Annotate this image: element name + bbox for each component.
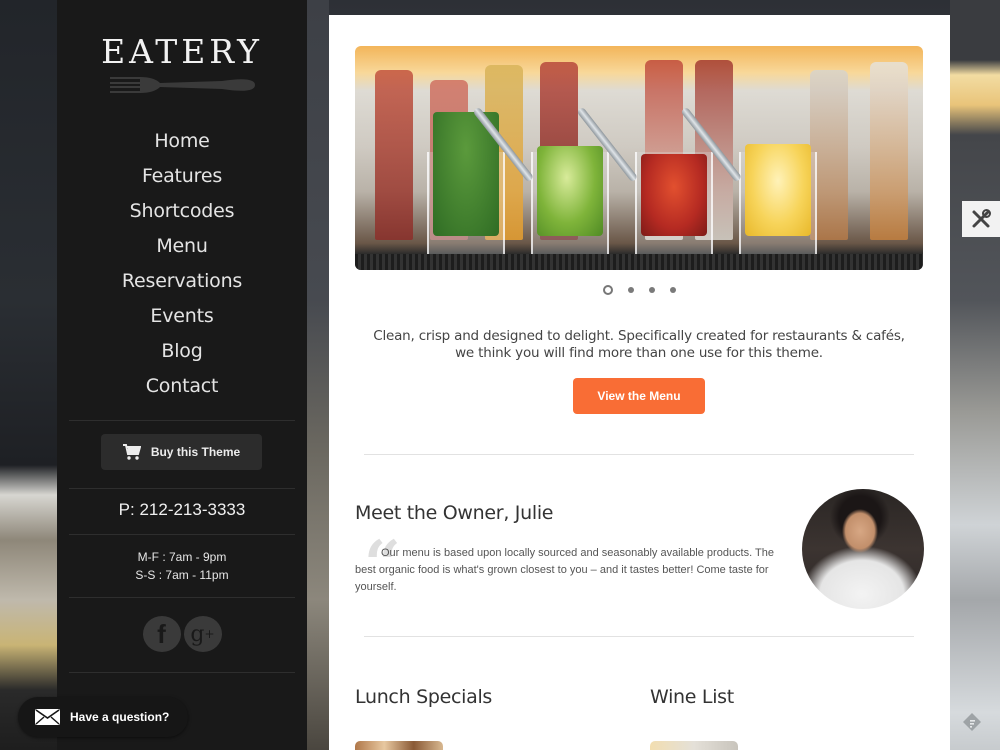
buy-theme-button[interactable]: Buy this Theme bbox=[101, 434, 262, 470]
site-logo[interactable]: EATERY bbox=[57, 32, 307, 71]
content-divider bbox=[364, 636, 914, 637]
main-nav: Home Features Shortcodes Menu Reservatio… bbox=[57, 124, 307, 404]
buy-theme-label: Buy this Theme bbox=[150, 445, 241, 459]
cart-icon bbox=[122, 444, 141, 460]
owner-avatar bbox=[802, 489, 924, 609]
bar-mat bbox=[355, 254, 923, 270]
sidebar-divider bbox=[69, 534, 295, 535]
tools-icon bbox=[972, 209, 991, 228]
slider-image-glass-mint bbox=[427, 112, 505, 260]
background-scene-right bbox=[950, 0, 1000, 750]
hours-weekday: M-F : 7am - 9pm bbox=[137, 550, 227, 564]
slider-image-bottle bbox=[375, 70, 413, 240]
slider-image-glass-strawberry bbox=[576, 106, 713, 260]
strawberries bbox=[641, 154, 707, 236]
lunch-specials-title: Lunch Specials bbox=[355, 686, 493, 708]
nav-item-events[interactable]: Events bbox=[57, 299, 307, 334]
feedly-icon[interactable] bbox=[962, 712, 982, 732]
owner-quote: Our menu is based upon locally sourced a… bbox=[355, 547, 774, 593]
nav-item-home[interactable]: Home bbox=[57, 124, 307, 159]
slider-image-glass-lemon bbox=[680, 106, 817, 260]
sidebar-divider bbox=[69, 420, 295, 421]
opening-hours: M-F : 7am - 9pm S-S : 7am - 11pm bbox=[57, 548, 307, 584]
slider-dot-4[interactable] bbox=[670, 287, 676, 293]
slider-dot-1[interactable] bbox=[603, 285, 613, 295]
slider-pagination bbox=[329, 285, 950, 295]
lunch-specials-thumbnail[interactable] bbox=[355, 741, 443, 750]
google-plus-glyph: g bbox=[190, 621, 205, 647]
sidebar: EATERY Home Features Shortcodes Menu Res… bbox=[57, 0, 307, 750]
nav-item-shortcodes[interactable]: Shortcodes bbox=[57, 194, 307, 229]
slider-image-bottle bbox=[870, 62, 908, 240]
lemon-slices bbox=[745, 144, 811, 236]
intro-text: Clean, crisp and designed to delight. Sp… bbox=[373, 328, 905, 361]
nav-item-contact[interactable]: Contact bbox=[57, 369, 307, 404]
wine-list-title: Wine List bbox=[650, 686, 734, 708]
social-links: f g + bbox=[57, 616, 307, 652]
slider-dot-2[interactable] bbox=[628, 287, 634, 293]
wine-list-thumbnail[interactable] bbox=[650, 741, 738, 750]
background-scene-left bbox=[0, 0, 57, 750]
content-divider bbox=[364, 454, 914, 455]
sidebar-divider bbox=[69, 488, 295, 489]
sidebar-divider bbox=[69, 597, 295, 598]
mail-icon bbox=[35, 709, 60, 725]
nav-item-features[interactable]: Features bbox=[57, 159, 307, 194]
sidebar-divider bbox=[69, 672, 295, 673]
fork-icon bbox=[110, 77, 255, 93]
tools-button[interactable] bbox=[962, 201, 1000, 237]
nav-item-blog[interactable]: Blog bbox=[57, 334, 307, 369]
view-menu-button[interactable]: View the Menu bbox=[573, 378, 705, 414]
have-a-question-button[interactable]: Have a question? bbox=[18, 697, 188, 737]
nav-item-reservations[interactable]: Reservations bbox=[57, 264, 307, 299]
background-scene-strip bbox=[307, 0, 329, 750]
facebook-icon[interactable]: f bbox=[142, 616, 181, 652]
owner-section-title: Meet the Owner, Julie bbox=[355, 502, 554, 524]
hours-weekend: S-S : 7am - 11pm bbox=[135, 568, 229, 582]
facebook-glyph: f bbox=[157, 618, 166, 649]
nav-item-menu[interactable]: Menu bbox=[57, 229, 307, 264]
hero-slider[interactable] bbox=[355, 46, 923, 270]
main-content: Clean, crisp and designed to delight. Sp… bbox=[329, 15, 950, 750]
phone-number: P: 212-213-3333 bbox=[118, 500, 246, 519]
lime-wedges bbox=[537, 146, 603, 236]
google-plus-sup: + bbox=[204, 627, 215, 641]
google-plus-icon[interactable]: g + bbox=[183, 616, 222, 652]
have-a-question-label: Have a question? bbox=[70, 710, 170, 724]
slider-image-glass-lime bbox=[472, 106, 609, 260]
slider-dot-3[interactable] bbox=[649, 287, 655, 293]
